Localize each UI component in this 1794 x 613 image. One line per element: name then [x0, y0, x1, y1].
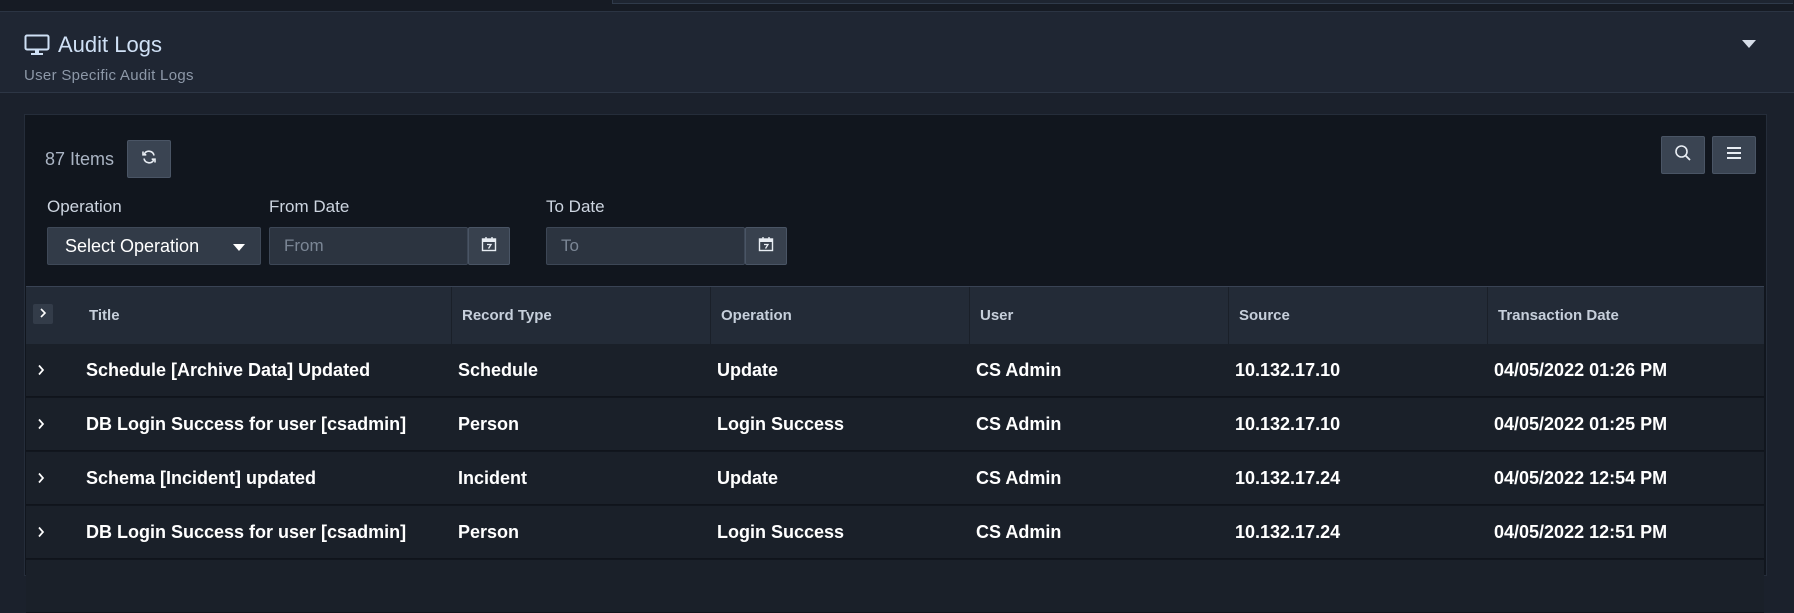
column-header-title[interactable]: Title — [79, 287, 451, 344]
hamburger-menu-icon — [1726, 146, 1742, 165]
chevron-right-icon[interactable] — [37, 417, 45, 435]
column-header-record-type[interactable]: Record Type — [451, 287, 710, 344]
panel-subtitle: User Specific Audit Logs — [24, 67, 194, 84]
top-strip-inner — [612, 0, 1793, 4]
cell-title: DB Login Success for user [csadmin] — [86, 414, 407, 434]
operation-select-value: Select Operation — [65, 235, 200, 256]
top-strip — [0, 0, 1794, 12]
collapse-caret-icon[interactable] — [1742, 40, 1756, 48]
cell-transaction-date: 04/05/2022 01:26 PM — [1494, 360, 1668, 380]
table-row[interactable]: DB Login Success for user [csadmin] Pers… — [26, 398, 1764, 451]
table-row-partial[interactable] — [26, 560, 1764, 613]
toolbar-right — [1661, 136, 1756, 174]
chevron-right-icon[interactable] — [37, 471, 45, 489]
monitor-icon — [24, 34, 50, 56]
cell-source: 10.132.17.24 — [1235, 522, 1341, 542]
chevron-right-icon — [39, 305, 47, 323]
cell-source: 10.132.17.10 — [1235, 414, 1341, 434]
from-date-input[interactable] — [269, 227, 468, 265]
chevron-right-icon[interactable] — [37, 525, 45, 543]
cell-transaction-date: 04/05/2022 12:54 PM — [1494, 468, 1668, 488]
cell-source: 10.132.17.24 — [1235, 468, 1341, 488]
cell-operation: Update — [717, 360, 779, 380]
cell-record-type: Incident — [458, 468, 528, 488]
cell-user: CS Admin — [976, 468, 1062, 488]
to-date-label: To Date — [546, 197, 605, 216]
menu-button[interactable] — [1712, 136, 1756, 174]
table-row[interactable]: DB Login Success for user [csadmin] Pers… — [26, 506, 1764, 559]
cell-source: 10.132.17.10 — [1235, 360, 1341, 380]
column-header-source[interactable]: Source — [1228, 287, 1487, 344]
from-date-picker-button[interactable] — [468, 227, 510, 265]
items-count: 87 Items — [45, 148, 115, 169]
search-button[interactable] — [1661, 136, 1705, 174]
cell-operation: Login Success — [717, 414, 845, 434]
table-row[interactable]: Schedule [Archive Data] Updated Schedule… — [26, 344, 1764, 397]
cell-user: CS Admin — [976, 414, 1062, 434]
to-date-input[interactable] — [546, 227, 745, 265]
operation-label: Operation — [47, 197, 122, 216]
chevron-right-icon[interactable] — [37, 363, 45, 381]
column-header-operation[interactable]: Operation — [710, 287, 969, 344]
panel-title-group: Audit Logs — [24, 32, 162, 58]
cell-operation: Update — [717, 468, 779, 488]
column-header-user[interactable]: User — [969, 287, 1228, 344]
caret-down-icon — [233, 244, 245, 251]
toolbar-left: 87 Items — [45, 140, 172, 178]
cell-user: CS Admin — [976, 360, 1062, 380]
cell-user: CS Admin — [976, 522, 1062, 542]
calendar-icon — [481, 236, 497, 257]
refresh-button[interactable] — [127, 140, 172, 178]
cell-record-type: Schedule — [458, 360, 539, 380]
panel-title: Audit Logs — [58, 32, 162, 57]
cell-title: Schedule [Archive Data] Updated — [86, 360, 371, 380]
from-date-label: From Date — [269, 197, 350, 216]
cell-transaction-date: 04/05/2022 01:25 PM — [1494, 414, 1668, 434]
cell-title: DB Login Success for user [csadmin] — [86, 522, 407, 542]
cell-transaction-date: 04/05/2022 12:51 PM — [1494, 522, 1668, 542]
search-icon — [1674, 144, 1692, 167]
audit-log-grid-container: 87 Items Operation Select Operation From… — [24, 114, 1767, 613]
grid-header-row: Title Record Type Operation User Source … — [26, 286, 1764, 345]
column-header-transaction-date[interactable]: Transaction Date — [1487, 287, 1764, 344]
table-row[interactable]: Schema [Incident] updated Incident Updat… — [26, 452, 1764, 505]
panel-header: Audit Logs User Specific Audit Logs — [0, 12, 1794, 93]
cell-record-type: Person — [458, 522, 520, 542]
to-date-picker-button[interactable] — [745, 227, 787, 265]
cell-title: Schema [Incident] updated — [86, 468, 317, 488]
cell-record-type: Person — [458, 414, 520, 434]
cell-operation: Login Success — [717, 522, 845, 542]
calendar-icon — [758, 236, 774, 257]
expand-all-button[interactable] — [33, 304, 53, 324]
refresh-icon — [141, 149, 157, 170]
operation-select[interactable]: Select Operation — [47, 227, 261, 265]
